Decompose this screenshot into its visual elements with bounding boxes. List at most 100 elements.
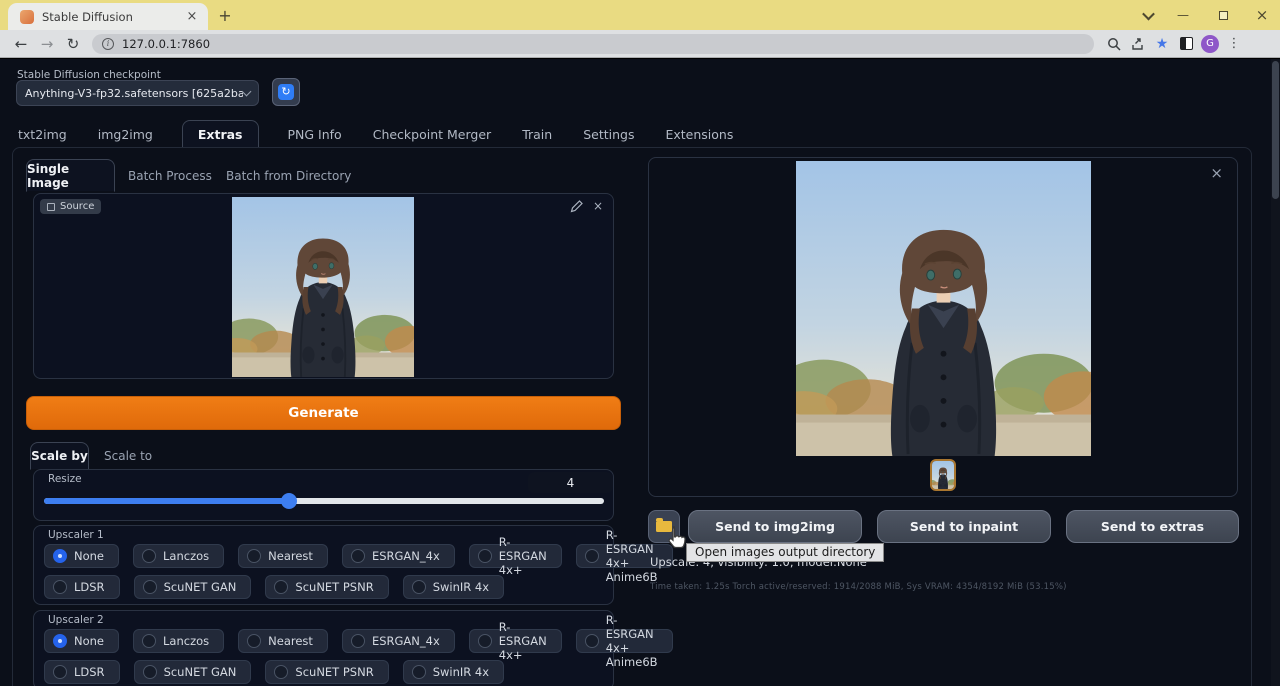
tab-png-info[interactable]: PNG Info	[286, 120, 344, 148]
tab-checkpoint-merger[interactable]: Checkpoint Merger	[371, 120, 493, 148]
upscaler-option[interactable]: LDSR	[44, 660, 120, 684]
source-tools: ×	[570, 200, 603, 213]
radio-icon	[411, 665, 426, 679]
upscaler-option[interactable]: SwinIR 4x	[402, 660, 505, 684]
tab-train[interactable]: Train	[520, 120, 554, 148]
performance-info-text: Time taken: 1.25s Torch active/reserved:…	[650, 582, 1067, 592]
side-panel-icon[interactable]	[1174, 33, 1198, 55]
radio-icon	[477, 549, 492, 563]
upscaler-option[interactable]: ScuNET PSNR	[265, 660, 389, 684]
scrollbar-thumb[interactable]	[1272, 61, 1279, 199]
upscaler-option[interactable]: Lanczos	[133, 629, 225, 653]
radio-icon	[274, 665, 289, 679]
radio-icon	[411, 580, 426, 594]
tab-settings[interactable]: Settings	[581, 120, 636, 148]
upscaler-option[interactable]: ESRGAN_4x	[341, 629, 455, 653]
send-to-img2img-button[interactable]: Send to img2img	[688, 510, 862, 543]
radio-icon	[350, 549, 365, 563]
profile-avatar[interactable]: G	[1198, 33, 1222, 55]
back-button[interactable]: ←	[8, 35, 34, 53]
edit-pencil-icon[interactable]	[570, 200, 583, 213]
thumbnail-image	[932, 461, 954, 489]
subtab-batch-process[interactable]: Batch Process	[128, 159, 212, 192]
result-image[interactable]	[796, 161, 1091, 456]
tab-search-chevron-icon[interactable]	[1139, 6, 1157, 24]
gallery-close-icon[interactable]: ×	[1210, 164, 1223, 182]
send-to-inpaint-button[interactable]: Send to inpaint	[877, 510, 1051, 543]
image-icon	[47, 202, 55, 211]
resize-slider[interactable]	[44, 493, 604, 509]
radio-icon	[584, 634, 599, 648]
source-image-dropzone[interactable]: Source ×	[33, 193, 614, 379]
resize-label: Resize	[48, 473, 82, 485]
upscaler1-row1: None Lanczos Nearest ESRGAN_4x R-ESRGAN …	[44, 528, 673, 584]
upscaler2-group: Upscaler 2 None Lanczos Nearest ESRGAN_4…	[33, 610, 673, 686]
restore-button[interactable]	[1214, 6, 1232, 24]
upscaler-option[interactable]: SwinIR 4x	[402, 575, 505, 599]
zoom-icon[interactable]	[1102, 33, 1126, 55]
site-info-icon[interactable]: i	[102, 37, 114, 50]
subtab-scale-to[interactable]: Scale to	[104, 442, 152, 470]
close-window-button[interactable]: ×	[1253, 6, 1271, 24]
upscaler-option[interactable]: Lanczos	[133, 544, 225, 568]
forward-button[interactable]: →	[34, 35, 60, 53]
main-tab-bar: txt2img img2img Extras PNG Info Checkpoi…	[16, 120, 735, 148]
tab-txt2img[interactable]: txt2img	[16, 120, 69, 148]
tab-title: Stable Diffusion	[42, 9, 133, 24]
refresh-icon: ↻	[278, 84, 294, 100]
result-gallery: ×	[648, 157, 1238, 497]
browser-toolbar: ← → ↻ i 127.0.0.1:7860 ★ G ⋮	[0, 30, 1280, 58]
radio-icon	[142, 580, 157, 594]
slider-fill	[44, 498, 289, 504]
subtab-batch-from-directory[interactable]: Batch from Directory	[226, 159, 351, 192]
minimize-button[interactable]: —	[1174, 6, 1192, 24]
bookmark-star-icon[interactable]: ★	[1150, 33, 1174, 55]
upscaler-option[interactable]: R-ESRGAN 4x+	[468, 535, 562, 577]
radio-icon	[53, 665, 67, 679]
checkpoint-dropdown[interactable]: Anything-V3-fp32.safetensors [625a2ba2]	[16, 80, 259, 106]
upscaler1-row2: LDSR ScuNET GAN ScuNET PSNR SwinIR 4x	[44, 575, 505, 599]
new-tab-button[interactable]: +	[216, 6, 234, 25]
upscaler-option[interactable]: Nearest	[238, 629, 328, 653]
upscaler-option[interactable]: ScuNET GAN	[133, 575, 252, 599]
tab-img2img[interactable]: img2img	[96, 120, 155, 148]
tab-extensions[interactable]: Extensions	[663, 120, 735, 148]
upscaler-option[interactable]: R-ESRGAN 4x+	[468, 620, 562, 662]
url-text: 127.0.0.1:7860	[122, 36, 211, 51]
reload-button[interactable]: ↻	[60, 35, 86, 53]
share-icon[interactable]	[1126, 33, 1150, 55]
upscaler-option[interactable]: ScuNET GAN	[133, 660, 252, 684]
subtab-scale-by[interactable]: Scale by	[30, 442, 89, 470]
upscaler-option[interactable]: None	[44, 544, 120, 568]
cursor-pointer	[668, 526, 686, 549]
clear-image-icon[interactable]: ×	[593, 200, 603, 213]
browser-tab[interactable]: Stable Diffusion ×	[8, 3, 208, 30]
gallery-thumbnail[interactable]	[930, 459, 956, 491]
upscaler-option[interactable]: Nearest	[238, 544, 328, 568]
screen: Stable Diffusion × + — × ← → ↻ i 127.0.0…	[0, 0, 1280, 686]
upscaler-option[interactable]: None	[44, 629, 120, 653]
radio-icon	[53, 549, 67, 563]
radio-icon	[142, 549, 157, 563]
radio-icon	[53, 634, 67, 648]
upscaler-option[interactable]: ScuNET PSNR	[265, 575, 389, 599]
tab-close-icon[interactable]: ×	[184, 9, 200, 25]
address-bar[interactable]: i 127.0.0.1:7860	[92, 33, 1094, 54]
upscaler-option[interactable]: R-ESRGAN 4x+ Anime6B	[575, 613, 673, 669]
send-to-extras-button[interactable]: Send to extras	[1066, 510, 1239, 543]
refresh-checkpoint-button[interactable]: ↻	[272, 78, 300, 106]
menu-dots-icon[interactable]: ⋮	[1222, 33, 1246, 55]
tab-extras[interactable]: Extras	[181, 120, 259, 148]
radio-icon	[53, 580, 67, 594]
generate-button[interactable]: Generate	[26, 396, 621, 430]
upscaler-option[interactable]: LDSR	[44, 575, 120, 599]
slider-thumb[interactable]	[281, 493, 297, 509]
favicon	[20, 9, 34, 24]
radio-icon	[247, 634, 262, 648]
upscaler2-row1: None Lanczos Nearest ESRGAN_4x R-ESRGAN …	[44, 613, 673, 669]
radio-icon	[350, 634, 365, 648]
folder-tooltip: Open images output directory	[686, 543, 885, 562]
subtab-single-image[interactable]: Single Image	[26, 159, 115, 192]
resize-number-input[interactable]: 4	[528, 472, 613, 493]
upscaler-option[interactable]: ESRGAN_4x	[341, 544, 455, 568]
